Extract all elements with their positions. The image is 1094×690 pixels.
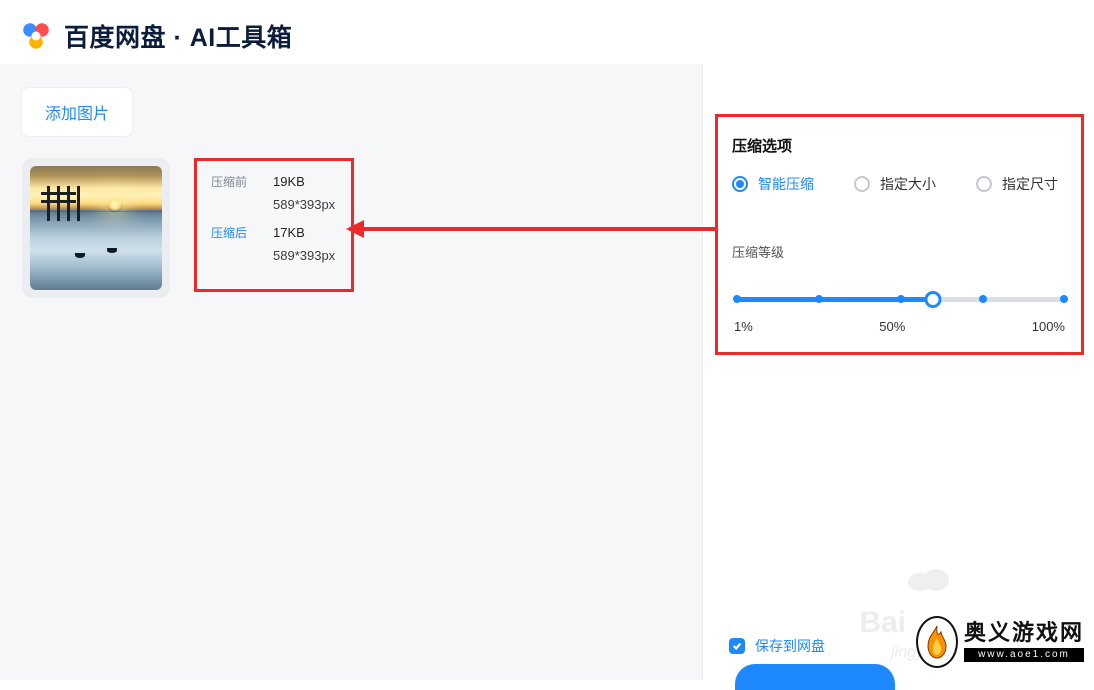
- left-panel: 添加图片 压缩前 19KB 589*393px 压缩后 17KB: [0, 64, 703, 680]
- before-size-value: 19KB: [273, 173, 305, 191]
- save-to-pan-row: 保存到网盘: [729, 636, 825, 656]
- slider-tick: [815, 295, 823, 303]
- primary-action-button[interactable]: [735, 664, 895, 690]
- slider-labels: 1% 50% 100%: [732, 319, 1067, 334]
- add-image-button[interactable]: 添加图片: [22, 88, 132, 136]
- after-dimensions: 589*393px: [273, 248, 337, 263]
- after-size-value: 17KB: [273, 224, 305, 242]
- annotation-arrow-head-icon: [346, 220, 364, 238]
- panel-title: 压缩选项: [732, 135, 1067, 156]
- radio-icon: [732, 176, 748, 192]
- radio-smart-compress[interactable]: 智能压缩: [732, 174, 814, 194]
- thumbnail-preview: [30, 166, 162, 290]
- slider-label-max: 100%: [1032, 319, 1065, 334]
- radio-specify-size[interactable]: 指定大小: [854, 174, 936, 194]
- compression-options-panel: 压缩选项 智能压缩 指定大小 指定尺寸 压缩等级: [715, 114, 1084, 355]
- right-panel: 压缩选项 智能压缩 指定大小 指定尺寸 压缩等级: [703, 64, 1094, 680]
- slider-label-min: 1%: [734, 319, 753, 334]
- slider-handle[interactable]: [925, 291, 942, 308]
- save-checkbox[interactable]: [729, 638, 745, 654]
- compression-mode-radios: 智能压缩 指定大小 指定尺寸: [732, 174, 1067, 194]
- radio-icon: [854, 176, 870, 192]
- radio-specify-dimension[interactable]: 指定尺寸: [976, 174, 1058, 194]
- compression-level-label: 压缩等级: [732, 242, 1067, 261]
- slider-tick: [1060, 295, 1068, 303]
- image-thumbnail[interactable]: [22, 158, 170, 298]
- slider-tick: [979, 295, 987, 303]
- radio-icon: [976, 176, 992, 192]
- header-bar: 百度网盘 · AI工具箱: [0, 0, 1094, 64]
- slider-label-mid: 50%: [879, 319, 905, 334]
- check-icon: [732, 641, 742, 651]
- before-dimensions: 589*393px: [273, 197, 337, 212]
- watermark-text2: jingy: [891, 644, 924, 662]
- annotation-arrow-line: [355, 227, 717, 231]
- before-label: 压缩前: [211, 174, 259, 191]
- slider-tick: [897, 295, 905, 303]
- slider-tick: [733, 295, 741, 303]
- cloud-watermark-icon: [904, 564, 954, 594]
- baidu-wangpan-icon: [18, 18, 54, 54]
- compression-info-box: 压缩前 19KB 589*393px 压缩后 17KB 589*393px: [194, 158, 354, 292]
- watermark-text: Bai: [859, 606, 906, 640]
- save-label: 保存到网盘: [755, 636, 825, 656]
- page-title: 百度网盘 · AI工具箱: [64, 18, 292, 54]
- compression-level-slider[interactable]: [732, 285, 1067, 315]
- after-label: 压缩后: [211, 225, 259, 242]
